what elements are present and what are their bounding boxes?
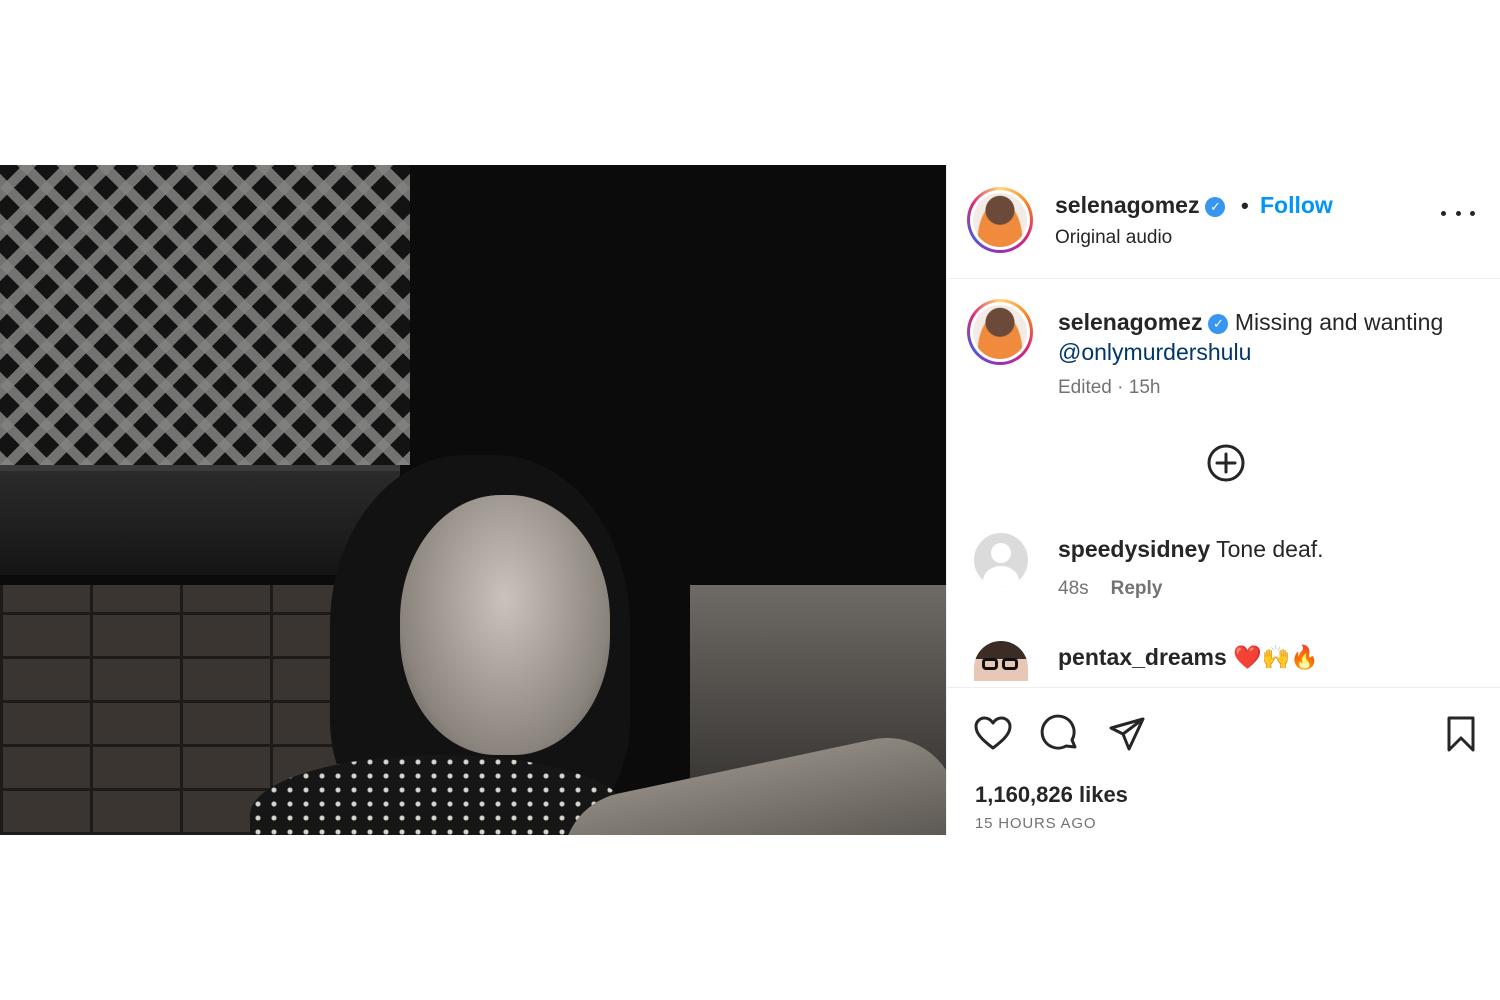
post-header: selenagomez ✓ • Follow Original audio [947, 165, 1500, 279]
verified-badge-icon: ✓ [1208, 314, 1229, 334]
comment-time: 48s [1058, 578, 1089, 599]
caption-mention-link[interactable]: @onlymurdershulu [1058, 339, 1251, 365]
photo-crate [0, 165, 410, 465]
caption-text: selenagomez ✓ Missing and wanting @onlymu… [1058, 307, 1478, 367]
more-options-icon[interactable] [1441, 203, 1475, 223]
follow-button[interactable]: Follow [1260, 192, 1333, 219]
comment-username[interactable]: speedysidney [1058, 536, 1210, 562]
caption-avatar[interactable] [967, 299, 1033, 365]
author-username[interactable]: selenagomez ✓ [1055, 192, 1226, 219]
reply-button[interactable]: Reply [1111, 578, 1163, 599]
action-bar: 1,160,826 likes 15 HOURS AGO [947, 687, 1500, 835]
comment-body: ❤️🙌🔥 [1233, 644, 1320, 670]
comment-meta: 48s Reply [1058, 578, 1162, 600]
default-avatar-icon[interactable] [974, 533, 1028, 587]
share-icon[interactable] [1107, 714, 1147, 754]
audio-link[interactable]: Original audio [1055, 227, 1172, 249]
header-separator: • [1241, 193, 1249, 218]
post-photo[interactable] [0, 165, 946, 835]
caption-meta: Edited · 15h [1058, 377, 1161, 398]
instagram-post: selenagomez ✓ • Follow Original audio sel… [0, 165, 1500, 835]
author-avatar[interactable] [967, 187, 1033, 253]
plus-circle-icon[interactable] [1206, 443, 1246, 483]
post-side-panel: selenagomez ✓ • Follow Original audio sel… [946, 165, 1500, 835]
commenter-avatar[interactable] [974, 641, 1028, 681]
comment-text: pentax_dreams ❤️🙌🔥 [1058, 644, 1319, 671]
photo-subject-face [400, 495, 610, 755]
caption-username[interactable]: selenagomez [1058, 309, 1202, 335]
comment-username[interactable]: pentax_dreams [1058, 644, 1227, 670]
heart-icon[interactable] [973, 714, 1013, 754]
verified-badge-icon: ✓ [1205, 197, 1226, 217]
comment-text: speedysidney Tone deaf. [1058, 536, 1324, 563]
post-timestamp: 15 HOURS AGO [975, 815, 1097, 832]
comment-body: Tone deaf. [1216, 536, 1324, 562]
like-count[interactable]: 1,160,826 likes [975, 782, 1128, 808]
caption-body: Missing and wanting [1234, 309, 1444, 335]
bookmark-icon[interactable] [1441, 714, 1481, 754]
comment-icon[interactable] [1040, 714, 1080, 754]
